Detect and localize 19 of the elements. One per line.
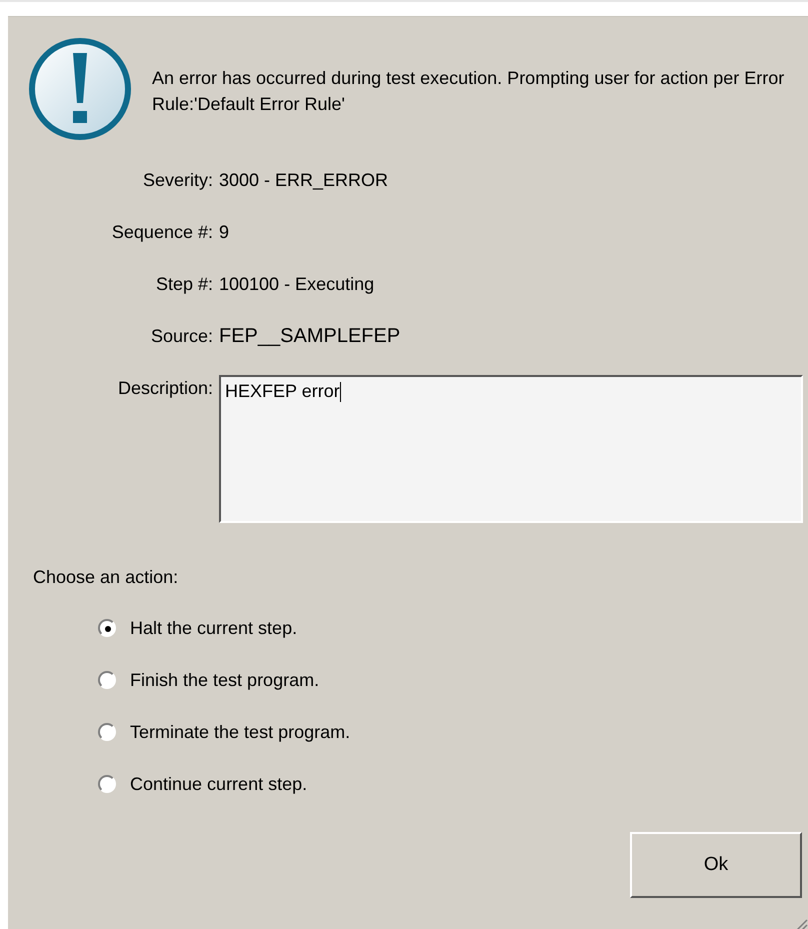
action-prompt: Choose an action: (33, 567, 180, 588)
radio-option[interactable]: Halt the current step. (98, 614, 808, 642)
field-value: 100100 - Executing (219, 273, 376, 296)
radio-option[interactable]: Finish the test program. (98, 666, 808, 694)
ok-button[interactable]: Ok (630, 832, 802, 898)
field-label: Severity: (142, 169, 213, 192)
error-message: An error has occurred during test execution. Prompting user for action per Error Rule:'Default Error Rule' (152, 67, 786, 116)
radio-option[interactable]: Terminate the test program. (98, 718, 808, 746)
field-label: Source: (150, 325, 213, 348)
exclamation-icon (28, 37, 132, 141)
field-label: Sequence #: (110, 221, 213, 244)
resize-grip-icon (794, 917, 808, 929)
field-label: Description: (116, 377, 213, 400)
field-label: Step #: (154, 273, 213, 296)
field-value: 9 (219, 221, 230, 244)
field-value: FEP__SAMPLEFEP (219, 324, 402, 349)
radio-option[interactable]: Continue current step. (98, 770, 808, 798)
field-value: 3000 - ERR_ERROR (219, 169, 390, 192)
description-field[interactable]: HEXFEP error (219, 375, 803, 523)
